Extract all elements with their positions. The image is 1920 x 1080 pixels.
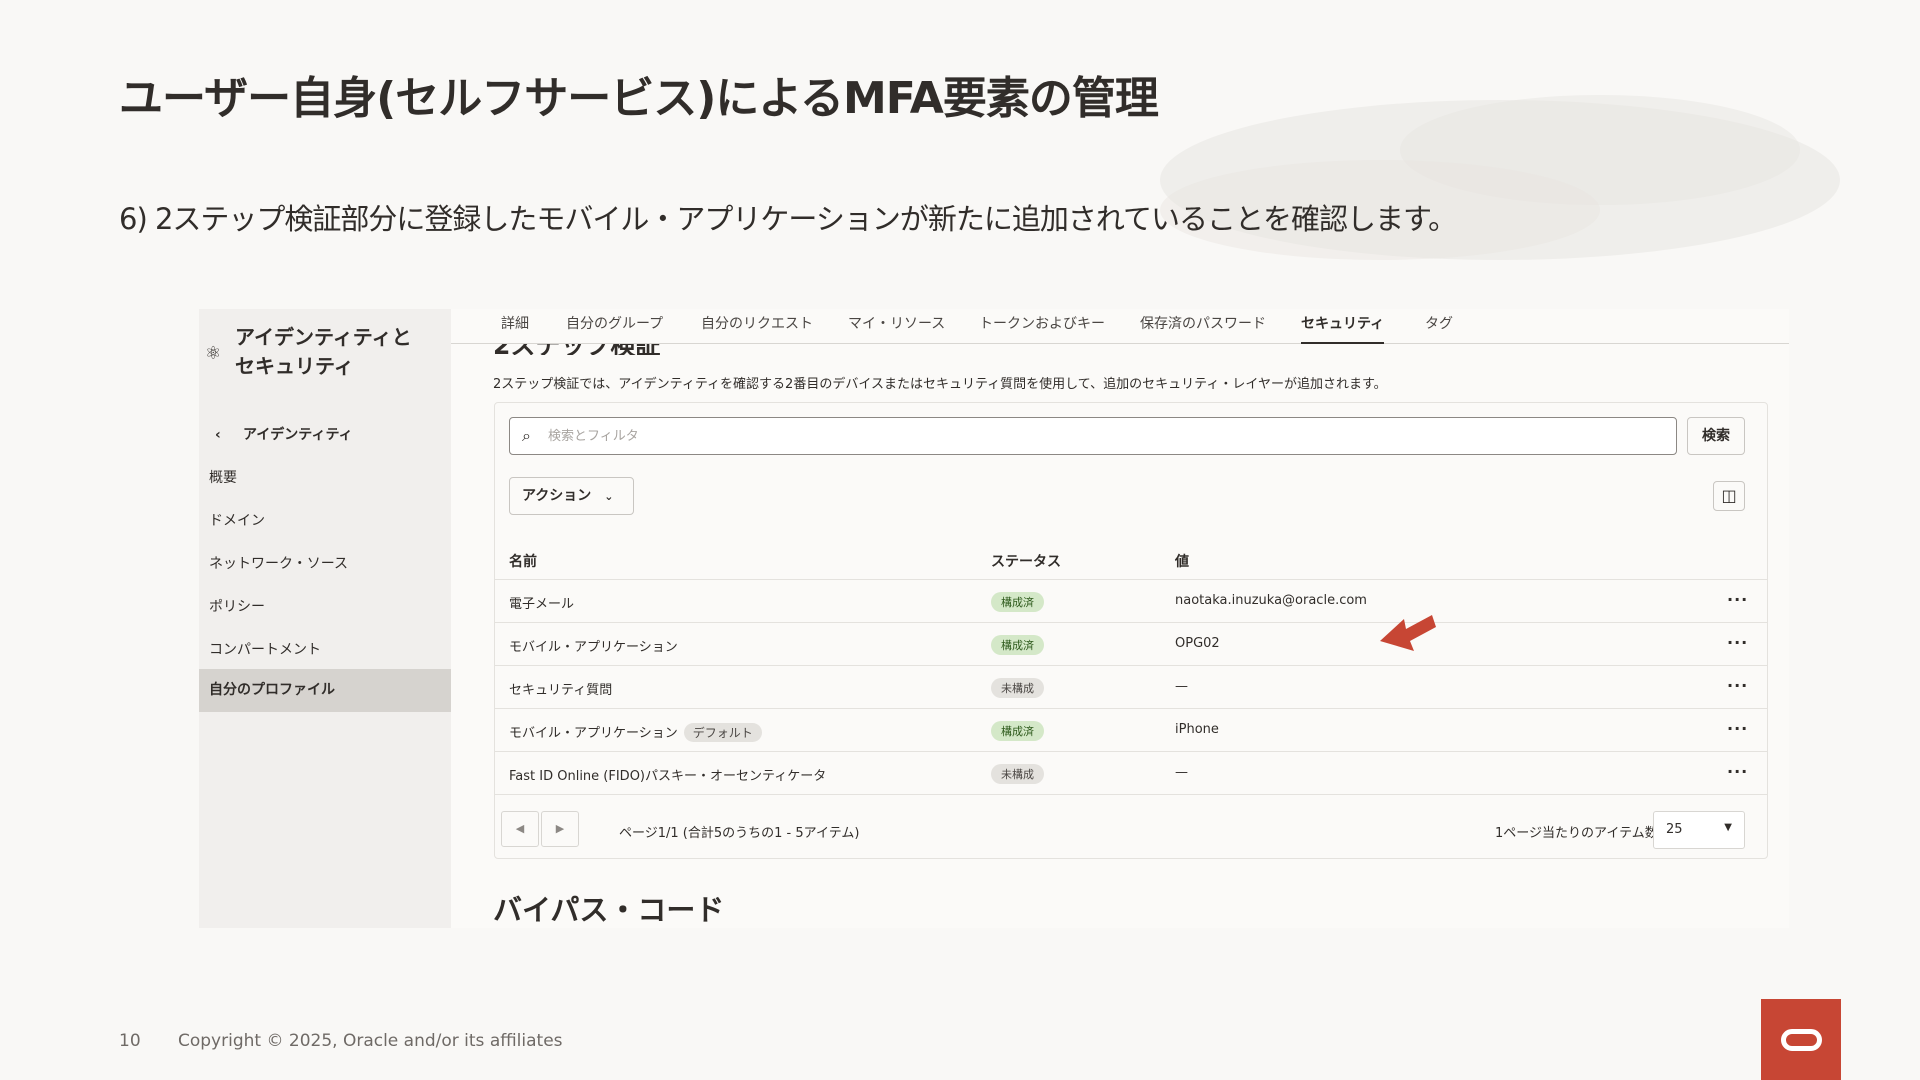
prev-page-icon[interactable]: ◀ [501,811,539,847]
sidebar-item-my-profile[interactable]: 自分のプロファイル [199,669,451,712]
console-screenshot: ⚛ アイデンティティと セキュリティ ‹ アイデンティティ 概要 ドメイン ネット… [199,309,1789,928]
columns-icon[interactable]: ◫ [1713,481,1745,511]
chevron-down-icon: ⌄ [604,490,614,503]
column-header-value[interactable]: 値 [1175,551,1189,571]
tab-my-resources[interactable]: マイ・リソース [848,313,945,344]
row-value: — [1175,679,1188,694]
oracle-ring-icon [1781,1029,1822,1051]
per-page-select[interactable]: 25 ▼ [1653,811,1745,849]
row-name: モバイル・アプリケーション [509,726,678,741]
tab-my-groups[interactable]: 自分のグループ [566,313,663,344]
row-actions-icon[interactable]: ··· [1727,676,1748,695]
caret-down-icon: ▼ [1724,822,1732,833]
row-actions-icon[interactable]: ··· [1727,590,1748,609]
copyright: Copyright © 2025, Oracle and/or its affi… [178,1031,563,1051]
search-button[interactable]: 検索 [1687,417,1745,455]
table-header: 名前 ステータス 値 [495,539,1767,580]
row-value: — [1175,765,1188,780]
table-row: セキュリティ質問 未構成 — ··· [495,666,1767,709]
identity-icon: ⚛ [205,343,222,364]
row-actions-icon[interactable]: ··· [1727,719,1748,738]
tab-details[interactable]: 詳細 [501,313,529,344]
pagination-summary: ページ1/1 (合計5のうちの1 - 5アイテム) [619,826,860,841]
page-number: 10 [119,1031,141,1051]
search-icon: ⌕ [522,426,531,445]
table-row: 電子メール 構成済 naotaka.inuzuka@oracle.com ··· [495,580,1767,623]
row-name: Fast ID Online (FIDO)パスキー・オーセンティケータ [509,769,827,784]
oracle-logo [1761,999,1841,1080]
row-actions-icon[interactable]: ··· [1727,762,1748,781]
column-header-name[interactable]: 名前 [509,551,537,571]
sidebar: ⚛ アイデンティティと セキュリティ ‹ アイデンティティ 概要 ドメイン ネット… [199,309,451,928]
pagination: ◀ ▶ ページ1/1 (合計5のうちの1 - 5アイテム) 1ページ当たりのアイ… [495,803,1767,859]
search-input[interactable] [548,425,1648,447]
sidebar-item-domains[interactable]: ドメイン [199,500,451,543]
chevron-left-icon: ‹ [215,427,221,443]
table-row: Fast ID Online (FIDO)パスキー・オーセンティケータ 未構成 … [495,752,1767,795]
sidebar-item-policies[interactable]: ポリシー [199,586,451,629]
column-header-status[interactable]: ステータス [991,551,1061,571]
tab-bar: 詳細 自分のグループ 自分のリクエスト マイ・リソース トークンおよびキー 保存… [451,309,1789,344]
sidebar-item-overview[interactable]: 概要 [199,457,451,500]
table-row: モバイル・アプリケーション 構成済 OPG02 ··· [495,623,1767,666]
row-name: モバイル・アプリケーション [509,640,678,655]
row-name: セキュリティ質問 [509,683,613,698]
row-name: 電子メール [509,597,575,612]
status-badge: 構成済 [991,592,1044,612]
main-content: 2ステップ検証 詳細 自分のグループ 自分のリクエスト マイ・リソース トークン… [451,309,1789,928]
status-badge: 構成済 [991,721,1044,741]
slide-title: ユーザー自身(セルフサービス)によるMFA要素の管理 [119,73,1159,124]
next-page-icon[interactable]: ▶ [541,811,579,847]
step-instruction: 6) 2ステップ検証部分に登録したモバイル・アプリケーションが新たに追加されてい… [119,202,1457,236]
callout-arrow [1380,615,1436,651]
decorative-pattern [1160,95,1840,260]
sidebar-back-link[interactable]: ‹ アイデンティティ [215,424,353,444]
row-value: naotaka.inuzuka@oracle.com [1175,593,1367,608]
default-tag: デフォルト [683,723,762,742]
row-value: iPhone [1175,722,1219,737]
status-badge: 構成済 [991,635,1044,655]
tab-security[interactable]: セキュリティ [1301,313,1385,344]
tab-my-requests[interactable]: 自分のリクエスト [701,313,813,344]
action-menu-button[interactable]: アクション ⌄ [509,477,634,515]
table-row: モバイル・アプリケーション デフォルト 構成済 iPhone ··· [495,709,1767,752]
sidebar-title: アイデンティティと セキュリティ [235,325,412,378]
bypass-code-heading: バイパス・コード [493,893,725,927]
sidebar-item-network-sources[interactable]: ネットワーク・ソース [199,543,451,586]
factors-card: ⌕ 検索 アクション ⌄ ◫ 名前 ステータス 値 電子メール 構成済 naot… [494,402,1768,859]
status-badge: 未構成 [991,678,1044,698]
status-badge: 未構成 [991,764,1044,784]
row-actions-icon[interactable]: ··· [1727,633,1748,652]
row-value: OPG02 [1175,636,1220,651]
tab-saved-passwords[interactable]: 保存済のパスワード [1140,313,1266,344]
sidebar-item-compartments[interactable]: コンパートメント [199,629,451,672]
search-box: ⌕ [509,417,1677,455]
factors-table: 名前 ステータス 値 電子メール 構成済 naotaka.inuzuka@ora… [495,539,1767,795]
section-description: 2ステップ検証では、アイデンティティを確認する2番目のデバイスまたはセキュリティ… [493,377,1387,392]
tab-tokens-keys[interactable]: トークンおよびキー [979,313,1105,344]
row-name-cell: モバイル・アプリケーション デフォルト [509,722,762,742]
per-page-label: 1ページ当たりのアイテム数 [1495,826,1658,841]
tab-tags[interactable]: タグ [1425,313,1453,344]
